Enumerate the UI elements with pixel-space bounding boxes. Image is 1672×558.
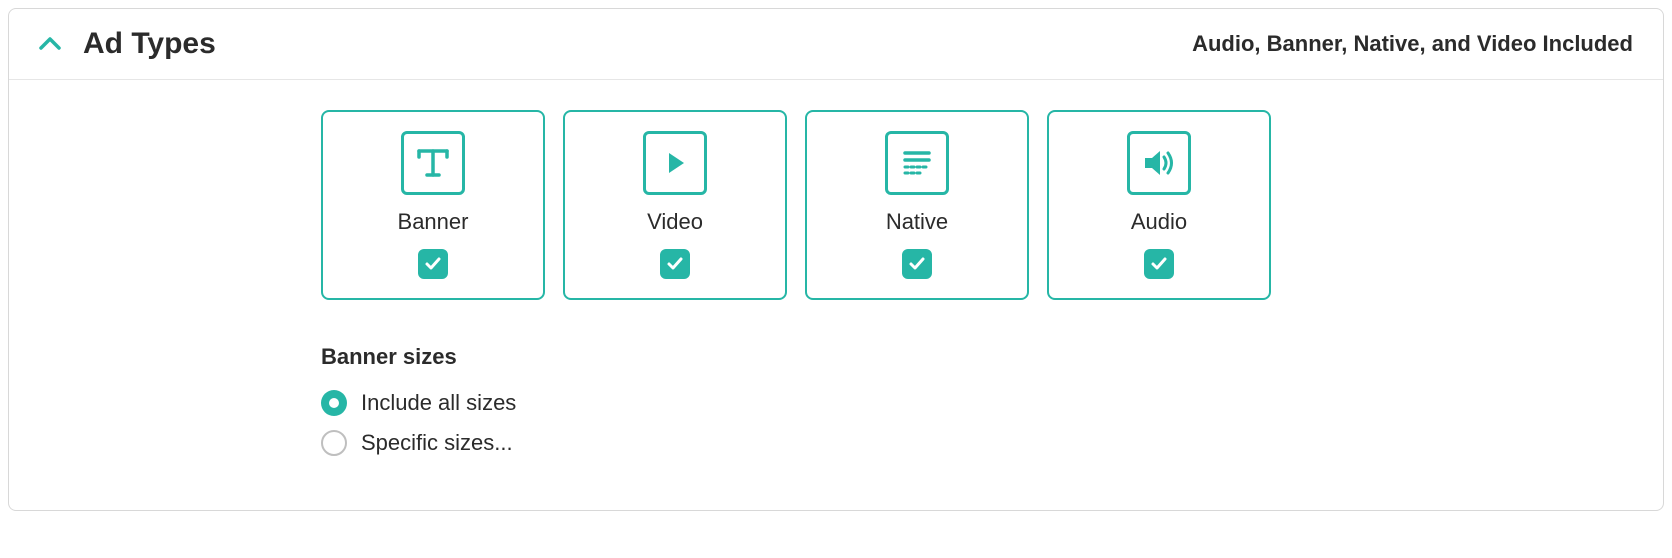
- card-label: Video: [647, 209, 703, 235]
- ad-type-card-audio[interactable]: Audio: [1047, 110, 1271, 300]
- ad-type-card-native[interactable]: Native: [805, 110, 1029, 300]
- play-icon: [643, 131, 707, 195]
- card-checkbox[interactable]: [1144, 249, 1174, 279]
- card-label: Banner: [398, 209, 469, 235]
- ad-type-card-banner[interactable]: Banner: [321, 110, 545, 300]
- audio-icon: [1127, 131, 1191, 195]
- banner-sizes-section: Banner sizes Include all sizes Specific …: [321, 344, 1633, 456]
- radio-specific-sizes[interactable]: Specific sizes...: [321, 430, 1633, 456]
- chevron-up-icon: [39, 37, 61, 51]
- collapse-toggle[interactable]: [39, 33, 61, 55]
- panel-body: Banner Video: [9, 80, 1663, 510]
- radio-button[interactable]: [321, 390, 347, 416]
- check-icon: [666, 255, 684, 273]
- panel-header: Ad Types Audio, Banner, Native, and Vide…: [9, 9, 1663, 80]
- card-label: Audio: [1131, 209, 1187, 235]
- check-icon: [1150, 255, 1168, 273]
- card-checkbox[interactable]: [902, 249, 932, 279]
- ad-type-card-video[interactable]: Video: [563, 110, 787, 300]
- card-checkbox[interactable]: [418, 249, 448, 279]
- radio-label: Include all sizes: [361, 390, 516, 416]
- banner-sizes-title: Banner sizes: [321, 344, 1633, 370]
- card-label: Native: [886, 209, 948, 235]
- ad-types-panel: Ad Types Audio, Banner, Native, and Vide…: [8, 8, 1664, 511]
- radio-include-all-sizes[interactable]: Include all sizes: [321, 390, 1633, 416]
- radio-label: Specific sizes...: [361, 430, 513, 456]
- check-icon: [908, 255, 926, 273]
- native-icon: [885, 131, 949, 195]
- ad-type-cards: Banner Video: [321, 110, 1633, 300]
- panel-summary: Audio, Banner, Native, and Video Include…: [1192, 31, 1633, 57]
- radio-button[interactable]: [321, 430, 347, 456]
- panel-header-left: Ad Types: [39, 27, 216, 61]
- card-checkbox[interactable]: [660, 249, 690, 279]
- panel-title: Ad Types: [83, 27, 216, 61]
- text-icon: [401, 131, 465, 195]
- check-icon: [424, 255, 442, 273]
